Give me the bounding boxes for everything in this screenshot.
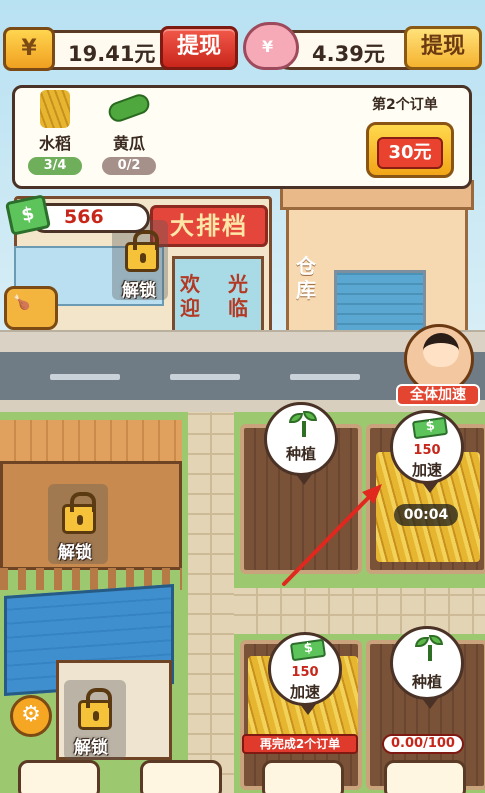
settings-icon[interactable]: ⚙ [10,695,52,737]
sprout-icon [289,411,317,439]
order-crop-cucumber: 黄瓜 0/2 [94,90,164,175]
crop-name: 黄瓜 [112,134,145,153]
bottom-storage-button[interactable] [140,760,222,793]
stone-path-vertical [188,412,234,793]
crop-name: 水稻 [38,134,71,153]
money-icon [411,416,449,440]
speedup-label: 加速 [411,461,442,479]
speedup-cost: 150 [413,443,441,458]
coin-value: 566 [64,206,104,228]
door-text-left: 欢迎 [180,272,200,320]
bottom-food-button[interactable] [384,760,466,793]
plant-label: 种植 [285,445,316,463]
order-reward-value: 30元 [377,137,443,169]
lock-icon [62,492,96,534]
speedup-bubble-3[interactable]: 150 加速 [268,632,342,715]
speedup-label: 加速 [289,683,320,701]
lock-icon [78,688,112,730]
plot-progress: 0.00/100 [382,734,464,754]
piggy-amount: 4.39元 [312,42,385,66]
warehouse-door [334,270,426,336]
crop-progress: 3/4 [28,157,82,175]
lock-icon [125,230,159,272]
order-crop-rice: 水稻 3/4 [20,90,90,175]
crop-progress: 0/2 [102,157,156,175]
speedup-cost: 150 [291,665,319,680]
cucumber-icon [105,91,153,125]
plant-bubble-4[interactable]: 种植 [390,626,464,709]
door-text-right: 光临 [228,272,248,320]
order-reward-button[interactable]: 30元 [366,122,454,178]
withdraw-button[interactable]: 提现 [160,26,238,70]
money-icon [289,638,327,662]
bottom-shop-button[interactable] [18,760,100,793]
plant-bubble-1[interactable]: 种植 [264,402,338,485]
barn-roof [0,420,182,464]
stone-path-horizontal [234,588,485,634]
piggy-bank-icon: ¥ [243,22,299,70]
speed-all-label[interactable]: 全体加速 [396,384,480,406]
warehouse-label: 仓库 [296,254,316,302]
bottom-bag-button[interactable] [262,760,344,793]
growth-timer: 00:04 [394,504,458,526]
sprout-icon [415,635,443,663]
rice-icon [40,90,70,128]
chicken-badge-icon[interactable]: 🍗 [4,286,58,330]
plant-label: 种植 [411,673,442,691]
barn-unlock-label: 解锁 [58,543,92,563]
piggy-withdraw-button[interactable]: 提现 [404,26,482,70]
speedup-bubble-2[interactable]: 150 加速 [390,410,464,493]
orders-required-banner: 再完成2个订单 [242,734,358,754]
food-stall-unlock-label: 解锁 [122,281,156,301]
character-avatar [423,333,459,367]
shed-unlock-label: 解锁 [74,738,108,758]
wallet-icon: ¥ [3,27,55,71]
cash-amount: 19.41元 [68,42,156,66]
order-title: 第2个订单 [372,97,438,113]
